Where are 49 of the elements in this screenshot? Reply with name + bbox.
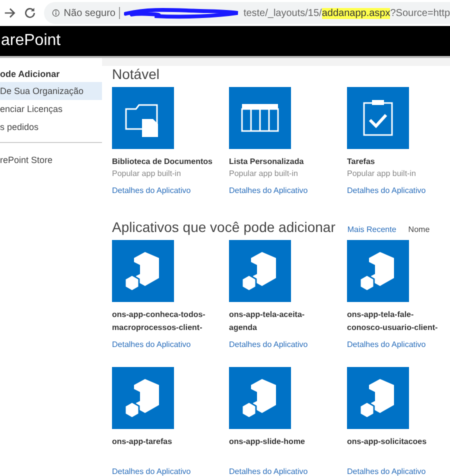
app-tile[interactable] — [347, 87, 409, 149]
app-details-link[interactable]: Detalhes do Aplicativo — [112, 339, 191, 351]
app-name: ons-app-slide-home — [229, 436, 306, 448]
app-name: Tarefas — [347, 156, 376, 168]
app-name: ons-app-tarefas — [112, 436, 174, 448]
app-subtitle: Popular app built-in — [347, 168, 417, 180]
app-details-link[interactable]: Detalhes do Aplicativo — [112, 185, 191, 197]
app-details-link[interactable]: Detalhes do Aplicativo — [229, 466, 308, 476]
forward-icon[interactable] — [4, 7, 16, 19]
reload-icon[interactable] — [24, 7, 36, 19]
app-subtitle: Popular app built-in — [229, 168, 299, 180]
app-tile[interactable] — [112, 240, 174, 302]
section-heading: Notável — [112, 66, 160, 82]
url-text: teste/_layouts/15/addanapp.aspx?Source=http — [243, 8, 450, 18]
security-label: Não seguro — [64, 8, 116, 18]
sidebar-item[interactable]: rePoint Store — [0, 151, 102, 169]
app-details-link[interactable]: Detalhes do Aplicativo — [347, 466, 426, 476]
app-details-link[interactable]: Detalhes do Aplicativo — [229, 185, 308, 197]
app-tile[interactable] — [112, 87, 174, 149]
sidebar-item[interactable]: ode Adicionar — [0, 70, 102, 82]
app-name: ons-app-tela-aceita- — [229, 309, 306, 321]
app-name: conosco-usuario-client- — [347, 322, 439, 334]
app-name: Lista Personalizada — [229, 156, 305, 168]
info-icon[interactable] — [52, 8, 60, 18]
app-details-link[interactable]: Detalhes do Aplicativo — [347, 185, 426, 197]
app-tile[interactable] — [112, 367, 174, 429]
app-tile[interactable] — [229, 240, 291, 302]
section-heading: Aplicativos que você pode adicionar — [112, 219, 336, 235]
app-subtitle: Popular app built-in — [112, 168, 182, 180]
app-name: ons-app-tela-fale- — [347, 309, 415, 321]
sort-link[interactable]: Nome — [408, 225, 430, 234]
app-name: Biblioteca de Documentos — [112, 156, 214, 168]
app-name: ons-app-conheca-todos- — [112, 309, 206, 321]
sort-link[interactable]: Mais Recente — [347, 225, 396, 234]
app-tile[interactable] — [229, 87, 291, 149]
site-title: arePoint — [0, 32, 61, 50]
sidebar-item[interactable]: De Sua Organização — [0, 82, 102, 100]
address-bar[interactable]: Não seguro teste/_layouts/15/addanapp.aspx?Source=http — [44, 2, 450, 24]
app-tile[interactable] — [347, 367, 409, 429]
app-tile[interactable] — [347, 240, 409, 302]
app-details-link[interactable]: Detalhes do Aplicativo — [112, 466, 191, 476]
app-name: agenda — [229, 322, 258, 334]
app-details-link[interactable]: Detalhes do Aplicativo — [229, 339, 308, 351]
sidebar-item[interactable]: enciar Licenças — [0, 100, 102, 118]
app-tile[interactable] — [229, 367, 291, 429]
app-details-link[interactable]: Detalhes do Aplicativo — [347, 339, 426, 351]
app-name: ons-app-solicitacoes — [347, 436, 428, 448]
sidebar-item[interactable]: s pedidos — [0, 118, 102, 136]
app-name: macroprocessos-client- — [112, 322, 204, 334]
